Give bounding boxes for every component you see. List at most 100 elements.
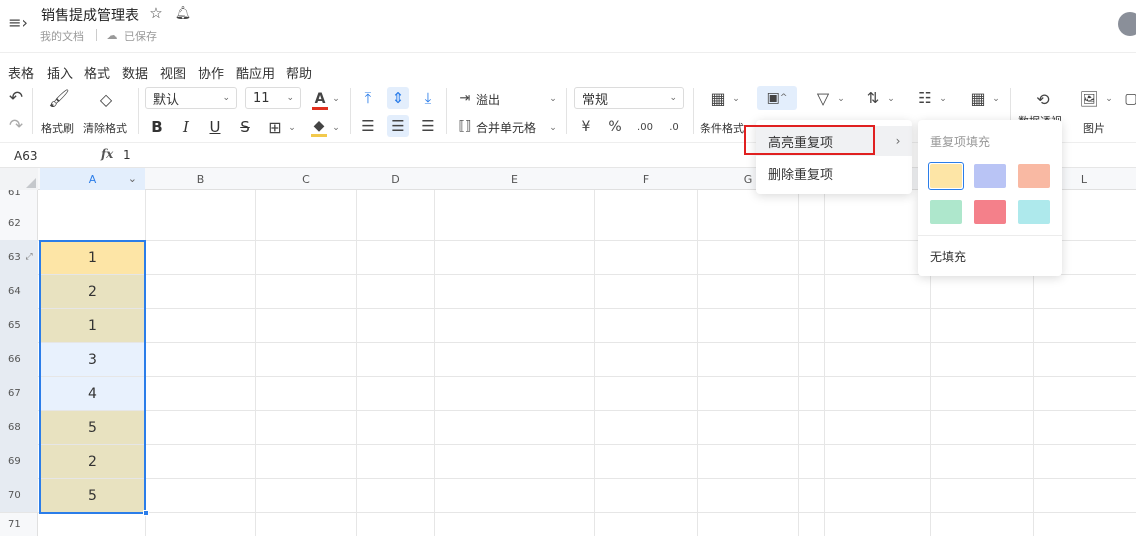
redo-icon[interactable]: ↷ xyxy=(6,116,26,136)
row-header[interactable]: 68 xyxy=(0,410,38,444)
row-header[interactable]: 62 xyxy=(0,206,38,240)
chevron-down-icon[interactable]: ⌄ xyxy=(938,92,948,106)
row-header[interactable]: 69 xyxy=(0,444,38,478)
star-icon[interactable]: ☆ xyxy=(147,4,165,22)
border-icon[interactable]: ⊞ xyxy=(265,117,285,137)
cell-a71[interactable] xyxy=(40,513,145,536)
format-painter-icon[interactable]: 🖌︎ xyxy=(47,88,71,110)
chevron-down-icon[interactable]: ⌄ xyxy=(331,121,341,135)
chevron-down-icon[interactable]: ⌄ xyxy=(991,92,1001,106)
row-header[interactable]: 64 xyxy=(0,274,38,308)
grid-line xyxy=(697,190,698,536)
cell-a62[interactable] xyxy=(40,207,145,240)
picture-icon[interactable]: 🖼︎ xyxy=(1078,88,1100,110)
align-top-icon[interactable]: ⤒ xyxy=(358,88,378,108)
italic-button[interactable]: I xyxy=(177,117,195,137)
currency-button[interactable]: ¥ xyxy=(577,117,595,137)
overflow-label[interactable]: 溢出 xyxy=(476,91,500,108)
column-header-b[interactable]: B xyxy=(146,168,255,190)
percent-button[interactable]: % xyxy=(606,117,624,137)
conditional-format-label[interactable]: 条件格式 xyxy=(700,120,744,136)
menu-item[interactable]: 格式 xyxy=(84,63,110,82)
align-left-icon[interactable]: ☰ xyxy=(358,116,378,136)
chevron-down-icon[interactable]: ⌄ xyxy=(331,92,341,106)
format-painter-label[interactable]: 格式刷 xyxy=(41,120,74,136)
merge-cells-icon[interactable]: ⟦⟧ xyxy=(456,117,474,135)
strikethrough-button[interactable]: S xyxy=(236,117,254,137)
fill-color-icon[interactable]: ◆ xyxy=(309,115,329,137)
no-fill-option[interactable]: 无填充 xyxy=(930,248,966,265)
menu-item[interactable]: 帮助 xyxy=(286,63,312,82)
expand-row-icon[interactable]: ⤢ xyxy=(23,251,35,263)
color-swatch-yellow[interactable] xyxy=(930,164,962,188)
color-swatch-orange[interactable] xyxy=(1018,164,1050,188)
align-middle-icon[interactable]: ⇕ xyxy=(387,87,409,109)
color-swatch-green[interactable] xyxy=(930,200,962,224)
color-swatch-red[interactable] xyxy=(974,200,1006,224)
cell-reference[interactable]: A63 xyxy=(14,149,37,163)
font-size-select[interactable]: 11 ⌄ xyxy=(245,87,301,109)
data-validation-icon[interactable]: ☷ xyxy=(914,88,936,108)
chevron-down-icon[interactable]: ⌄ xyxy=(886,92,896,106)
undo-icon[interactable]: ↶ xyxy=(6,88,26,108)
chevron-down-icon[interactable]: ⌄ xyxy=(548,92,558,106)
bell-icon[interactable]: 🔔︎ xyxy=(174,4,192,22)
menu-item-remove-duplicates[interactable]: 删除重复项 xyxy=(756,158,912,188)
bold-button[interactable]: B xyxy=(148,117,166,137)
align-center-icon[interactable]: ☰ xyxy=(387,115,409,137)
sort-icon[interactable]: ⇅ xyxy=(862,88,884,108)
column-header-d[interactable]: D xyxy=(357,168,434,190)
chevron-down-icon[interactable]: ⌄ xyxy=(548,121,558,135)
grid-line xyxy=(0,342,1136,343)
menu-item[interactable]: 数据 xyxy=(122,63,148,82)
collapse-menu-icon[interactable]: ≡› xyxy=(8,12,28,32)
clear-format-label[interactable]: 清除格式 xyxy=(83,120,127,136)
number-format-select[interactable]: 常规 ⌄ xyxy=(574,87,684,109)
doc-title[interactable]: 销售提成管理表 xyxy=(41,5,139,25)
row-header[interactable]: 61 xyxy=(0,190,38,206)
row-header[interactable]: 65 xyxy=(0,308,38,342)
column-header-c[interactable]: C xyxy=(256,168,356,190)
align-right-icon[interactable]: ☰ xyxy=(418,116,438,136)
chevron-down-icon[interactable]: ⌄ xyxy=(1104,92,1114,106)
menu-item[interactable]: 酷应用 xyxy=(236,63,275,82)
underline-button[interactable]: U xyxy=(206,117,224,137)
font-color-icon[interactable]: A xyxy=(310,88,330,110)
column-header-f[interactable]: F xyxy=(595,168,697,190)
avatar[interactable] xyxy=(1118,12,1136,36)
eraser-icon[interactable]: ◇ xyxy=(94,88,118,110)
overflow-icon[interactable]: ⇥ xyxy=(456,89,474,107)
column-header-e[interactable]: E xyxy=(435,168,594,190)
chevron-down-icon[interactable]: ⌄ xyxy=(836,92,846,106)
menu-item[interactable]: 协作 xyxy=(198,63,224,82)
picture-label[interactable]: 图片 xyxy=(1083,120,1105,136)
row-header[interactable]: 71 xyxy=(0,512,38,536)
decrease-decimal-icon[interactable]: .0 xyxy=(664,117,684,137)
doc-location[interactable]: 我的文档 xyxy=(40,28,84,44)
row-header[interactable]: 66 xyxy=(0,342,38,376)
column-header-a[interactable]: A ⌄ xyxy=(40,168,145,190)
merge-cells-label[interactable]: 合并单元格 xyxy=(476,119,536,136)
row-header[interactable]: 67 xyxy=(0,376,38,410)
duplicates-icon[interactable]: ▣ ^ xyxy=(757,86,797,110)
menu-item[interactable]: 插入 xyxy=(47,63,73,82)
filter-icon[interactable]: ▽ xyxy=(812,88,834,108)
chevron-down-icon[interactable]: ⌄ xyxy=(128,172,137,185)
color-swatch-blue[interactable] xyxy=(974,164,1006,188)
formula-input[interactable]: 1 xyxy=(123,148,131,162)
menu-item[interactable]: 表格 xyxy=(8,63,34,82)
chevron-down-icon[interactable]: ⌄ xyxy=(287,121,297,135)
row-header[interactable]: 70 xyxy=(0,478,38,512)
align-bottom-icon[interactable]: ⤓ xyxy=(418,88,438,108)
table-style-icon[interactable]: ▦ xyxy=(707,88,729,108)
chevron-down-icon[interactable]: ⌄ xyxy=(731,92,741,106)
select-all-corner[interactable] xyxy=(0,168,38,190)
font-name-select[interactable]: 默认 ⌄ xyxy=(145,87,237,109)
menu-item[interactable]: 视图 xyxy=(160,63,186,82)
color-swatch-cyan[interactable] xyxy=(1018,200,1050,224)
increase-decimal-icon[interactable]: .00 xyxy=(635,117,655,137)
freeze-icon[interactable]: ▦ xyxy=(967,88,989,108)
pivot-icon[interactable]: ⟲ xyxy=(1032,88,1054,110)
fill-handle[interactable] xyxy=(143,510,149,516)
more-icon[interactable]: ▢ xyxy=(1124,88,1136,110)
